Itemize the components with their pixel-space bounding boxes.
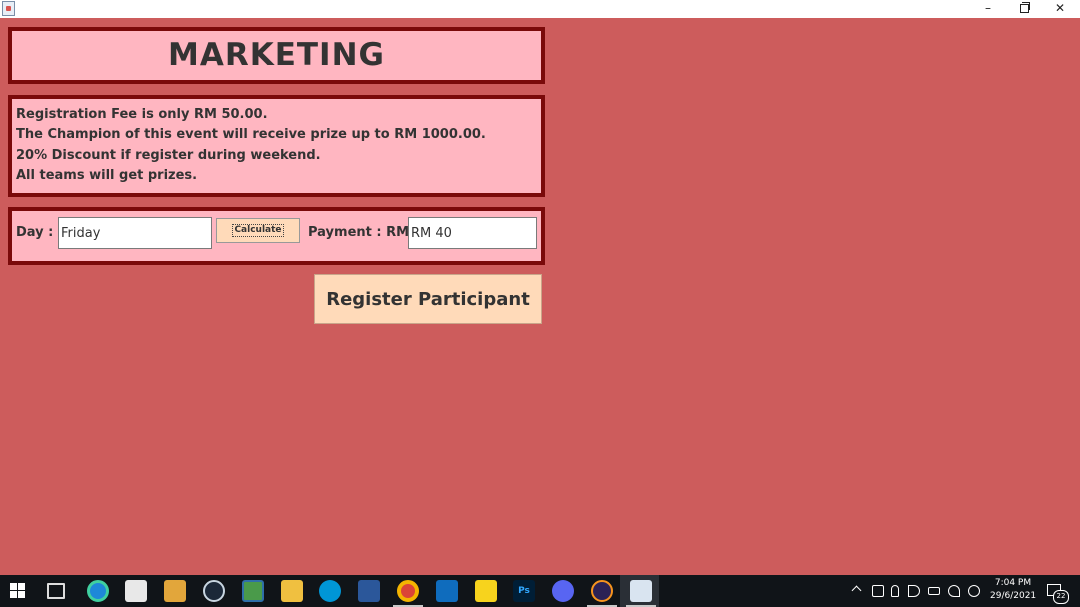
battery-icon[interactable]	[928, 587, 940, 595]
photoshop-icon[interactable]: Ps	[513, 580, 535, 602]
payment-form-panel: Day : Calculate Payment : RM	[8, 207, 545, 265]
window-title-bar: – ✕	[0, 0, 1080, 18]
pen-icon[interactable]	[968, 585, 980, 597]
sticky-notes-icon[interactable]	[475, 580, 497, 602]
day-input[interactable]	[58, 217, 212, 249]
register-participant-button[interactable]: Register Participant	[314, 274, 542, 324]
mail-icon[interactable]	[436, 580, 458, 602]
info-line-all-prizes: All teams will get prizes.	[16, 168, 198, 183]
eclipse-icon[interactable]	[591, 580, 613, 602]
edge-icon[interactable]	[87, 580, 109, 602]
java-app-icon[interactable]	[630, 580, 652, 602]
photos-icon[interactable]	[242, 580, 264, 602]
hp-icon[interactable]	[319, 580, 341, 602]
discord-icon[interactable]	[552, 580, 574, 602]
calculate-button[interactable]: Calculate	[216, 218, 300, 243]
word-icon[interactable]	[358, 580, 380, 602]
start-icon[interactable]	[10, 583, 26, 599]
clock-time: 7:04 PM	[994, 578, 1032, 588]
taskbar-clock[interactable]: 7:04 PM 29/6/2021	[990, 577, 1036, 603]
chrome-icon[interactable]	[397, 580, 419, 602]
microphone-icon[interactable]	[891, 585, 899, 597]
task-view-icon[interactable]	[47, 583, 65, 599]
notification-count-badge: 22	[1053, 590, 1069, 604]
store-icon[interactable]	[125, 580, 147, 602]
maximize-button[interactable]	[1006, 0, 1042, 18]
restore-icon	[1019, 2, 1030, 13]
wifi-icon[interactable]	[948, 585, 960, 597]
day-label: Day :	[16, 225, 54, 240]
meet-now-icon[interactable]	[872, 585, 884, 597]
taskbar: Ps 7:04 PM 29/6/2021 22	[0, 575, 1080, 607]
payment-label: Payment : RM	[308, 225, 410, 240]
java-app-icon	[2, 1, 15, 16]
title-panel: MARKETING	[8, 27, 545, 84]
volume-icon[interactable]	[908, 585, 920, 597]
info-line-registration-fee: Registration Fee is only RM 50.00.	[16, 107, 268, 122]
media-player-icon[interactable]	[164, 580, 186, 602]
show-hidden-icons-chevron-icon[interactable]	[852, 583, 862, 593]
info-panel: Registration Fee is only RM 50.00. The C…	[8, 95, 545, 197]
page-title: MARKETING	[168, 37, 385, 73]
calculate-label: Calculate	[232, 224, 284, 237]
minimize-button[interactable]: –	[970, 0, 1006, 18]
clock-date: 29/6/2021	[990, 591, 1037, 601]
info-line-champion-prize: The Champion of this event will receive …	[16, 127, 486, 142]
file-explorer-icon[interactable]	[281, 580, 303, 602]
close-button[interactable]: ✕	[1042, 0, 1078, 18]
info-line-discount: 20% Discount if register during weekend.	[16, 148, 321, 163]
payment-input[interactable]	[408, 217, 537, 249]
steam-icon[interactable]	[203, 580, 225, 602]
